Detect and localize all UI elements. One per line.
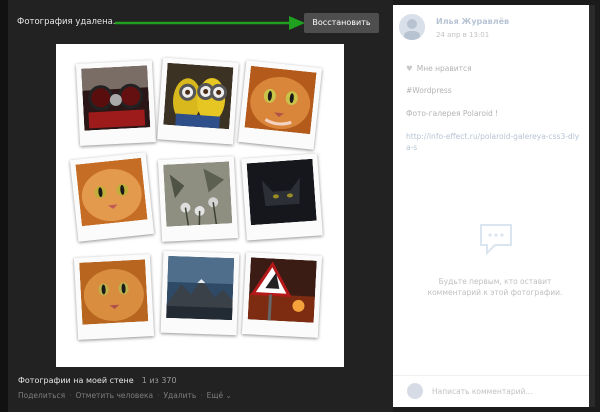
polaroid-car-interior [75, 60, 157, 146]
polaroid-flowers [157, 156, 239, 242]
restore-button[interactable]: Восстановить [304, 13, 379, 33]
green-arrow-icon [115, 16, 305, 30]
tag-person-action[interactable]: Отметить человека [76, 391, 154, 400]
photo-caption: Фотографии на моей стене 1 из 370 [18, 376, 177, 385]
photo-viewer: Фотография удалена. Восстановить Фотогра… [0, 0, 393, 412]
like-label: Мне нравится [416, 64, 472, 73]
polaroid-minions [157, 57, 239, 145]
delete-action[interactable]: Удалить [163, 391, 196, 400]
photo-description: Фото-галерея Polaroid ! [406, 109, 499, 118]
avatar-image [399, 14, 425, 40]
speech-bubble-icon [480, 224, 512, 256]
commenter-avatar [407, 383, 423, 399]
heart-icon: ♥ [406, 64, 413, 73]
external-link[interactable]: http://info-effect.ru/polaroid-galereya-… [406, 131, 581, 153]
photo-side-panel: Илья Журавлёв 24 апр в 13:01 ♥ Мне нравит… [393, 5, 589, 407]
photo-counter: 1 из 370 [141, 376, 177, 385]
photo-deleted-status: Фотография удалена. [17, 17, 116, 27]
comment-input[interactable] [428, 383, 586, 399]
hashtag-link[interactable]: #Wordpress [406, 86, 452, 95]
photo-image[interactable] [56, 44, 344, 367]
polaroid-cat-red-1 [237, 60, 323, 150]
separator: · [69, 391, 72, 400]
comment-divider [393, 375, 589, 376]
photo-actions: Поделиться · Отметить человека · Удалить · Ещё… [18, 391, 232, 400]
like-button[interactable]: ♥ Мне нравится [406, 64, 472, 73]
polaroid-mountains [160, 250, 240, 336]
separator: · [157, 391, 160, 400]
polaroid-cat-red-3 [73, 254, 155, 340]
author-name[interactable]: Илья Журавлёв [436, 17, 509, 26]
separator: · [200, 391, 203, 400]
share-action[interactable]: Поделиться [18, 391, 65, 400]
left-edge [0, 0, 8, 412]
no-comments-text: Будьте первым, кто оставит комментарий к… [427, 277, 563, 297]
polaroid-black-cat [241, 153, 323, 241]
right-scroll-strip [589, 5, 595, 407]
polaroid-cat-red-2 [69, 152, 155, 242]
album-title: Фотографии на моей стене [18, 376, 134, 385]
author-avatar[interactable] [399, 14, 425, 40]
polaroid-road-sign-sunset [241, 252, 323, 338]
post-date[interactable]: 24 апр в 13:01 [436, 31, 489, 39]
more-action[interactable]: Ещё ⌄ [207, 391, 232, 400]
